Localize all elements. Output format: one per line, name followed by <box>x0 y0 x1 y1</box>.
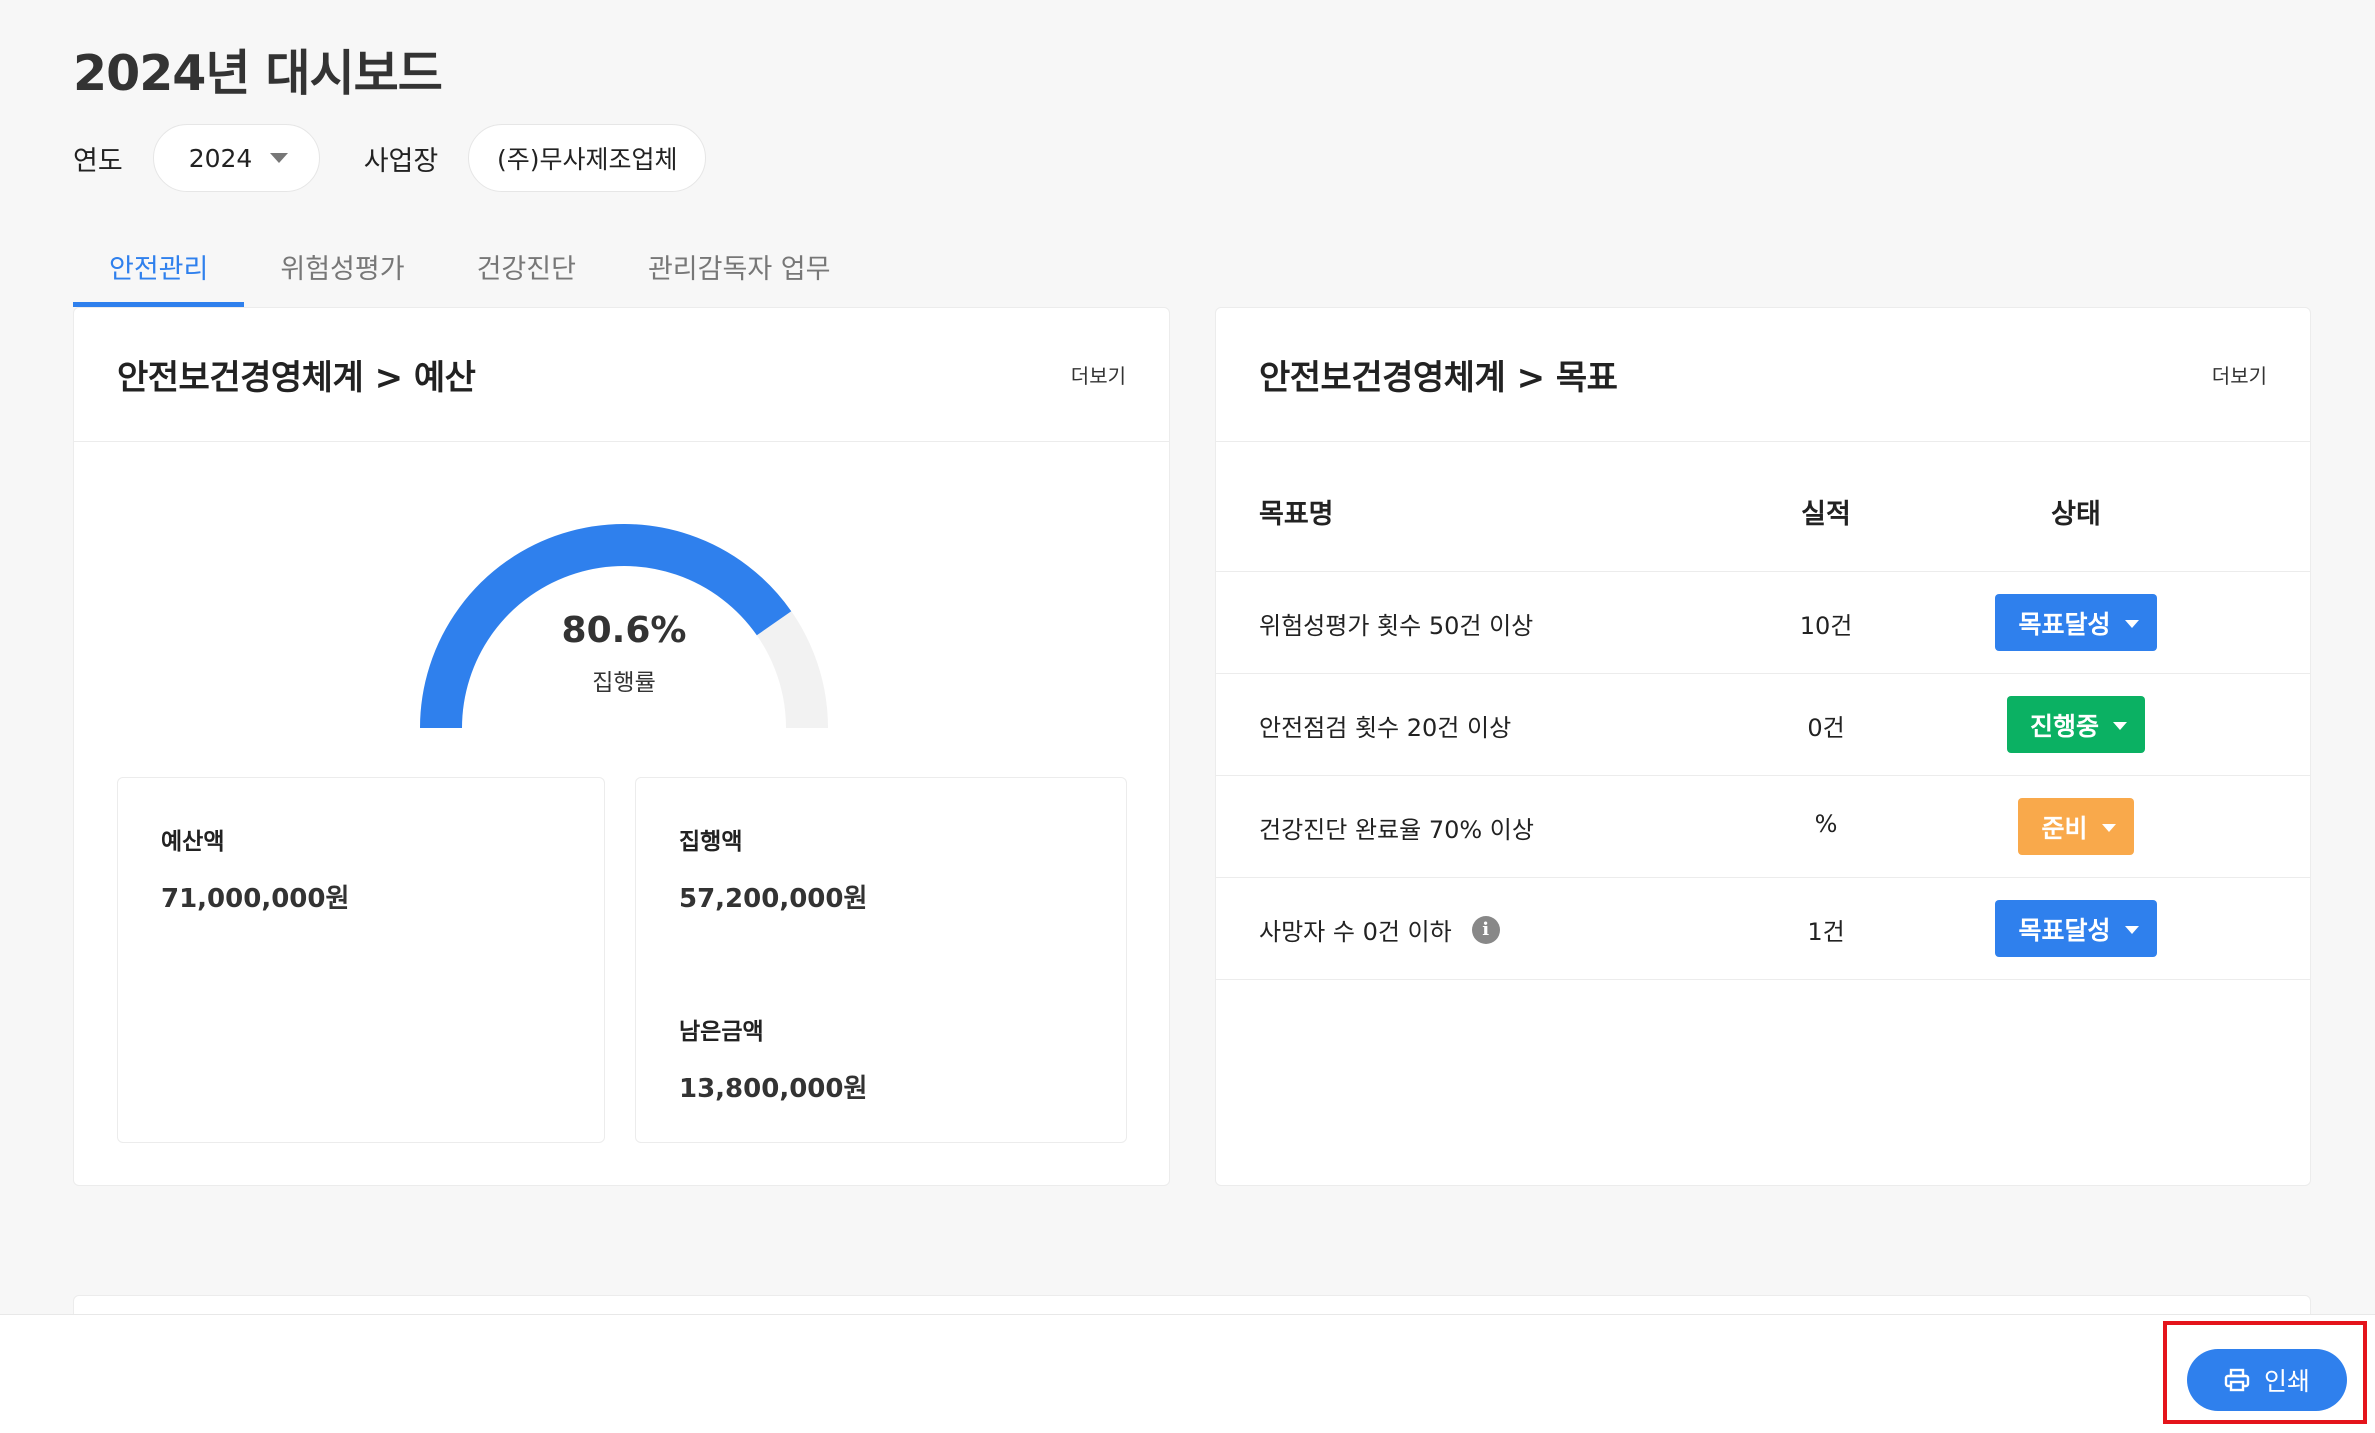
table-row: 위험성평가 횟수 50건 이상 10건 목표달성 <box>1216 572 2310 674</box>
caret-down-icon <box>2113 721 2127 730</box>
column-header-status: 상태 <box>2051 499 2101 530</box>
table-row: 건강진단 완료율 70% 이상 % 준비 <box>1216 776 2310 878</box>
year-select[interactable]: 2024 <box>152 124 320 192</box>
status-dropdown-button[interactable]: 목표달성 <box>1995 900 2157 957</box>
tab-bar: 안전관리 위험성평가 건강진단 관리감독자 업무 <box>73 232 866 307</box>
goal-more-link[interactable]: 더보기 <box>2212 360 2267 389</box>
table-row: 안전점검 횟수 20건 이상 0건 진행중 <box>1216 674 2310 776</box>
status-dropdown-button[interactable]: 진행중 <box>2006 696 2145 753</box>
goal-result: % <box>1814 810 1838 838</box>
chevron-down-icon <box>270 153 289 163</box>
goal-name-cell: 위험성평가 횟수 50건 이상 <box>1259 606 1533 641</box>
info-icon[interactable]: i <box>1471 915 1500 944</box>
status-label: 준비 <box>2041 813 2088 843</box>
site-select[interactable]: (주)무사제조업체 <box>468 124 707 192</box>
goal-name: 사망자 수 0건 이하 <box>1259 918 1452 946</box>
status-label: 목표달성 <box>2018 609 2111 639</box>
goal-result: 10건 <box>1799 612 1853 640</box>
spent-amount-box: 집행액 57,200,000원 남은금액 13,800,000원 <box>635 777 1127 1143</box>
budget-more-link[interactable]: 더보기 <box>1071 360 1126 389</box>
goal-name: 안전점검 횟수 20건 이상 <box>1259 714 1512 742</box>
table-row: 사망자 수 0건 이하 i 1건 목표달성 <box>1216 878 2310 980</box>
goal-card: 안전보건경영체계 > 목표 더보기 목표명 실적 상태 위험성평가 횟수 50건… <box>1215 307 2311 1186</box>
goal-name-cell: 건강진단 완료율 70% 이상 <box>1259 810 1534 845</box>
goal-status-cell: 목표달성 <box>1926 594 2226 651</box>
status-dropdown-button[interactable]: 목표달성 <box>1995 594 2157 651</box>
budget-amount-label: 예산액 <box>161 829 225 855</box>
site-select-value: (주)무사제조업체 <box>496 145 678 174</box>
goal-status-cell: 진행중 <box>1926 696 2226 753</box>
gauge-value: 80.6% <box>561 610 687 651</box>
status-label: 목표달성 <box>2018 915 2111 945</box>
year-label: 연도 <box>73 145 123 177</box>
status-label: 진행중 <box>2029 711 2099 741</box>
page-title: 2024년 대시보드 <box>73 45 443 102</box>
goal-status-cell: 목표달성 <box>1926 900 2226 957</box>
tab-health-checkup[interactable]: 건강진단 <box>441 232 612 307</box>
goal-result: 0건 <box>1807 714 1845 742</box>
goal-name: 건강진단 완료율 70% 이상 <box>1259 816 1534 844</box>
highlight-box <box>2163 1321 2367 1424</box>
goal-name: 위험성평가 횟수 50건 이상 <box>1259 612 1534 640</box>
status-dropdown-button[interactable]: 준비 <box>2018 798 2134 855</box>
remaining-amount-label: 남은금액 <box>679 1019 764 1045</box>
budget-card-title: 안전보건경영체계 > 예산 <box>117 358 476 398</box>
tab-supervisor-tasks[interactable]: 관리감독자 업무 <box>612 232 866 307</box>
spent-amount-label: 집행액 <box>679 829 743 855</box>
caret-down-icon <box>2124 925 2139 934</box>
remaining-amount-value: 13,800,000원 <box>679 1074 868 1104</box>
budget-card-header: 안전보건경영체계 > 예산 더보기 <box>74 308 1169 442</box>
column-header-result: 실적 <box>1801 499 1851 530</box>
filter-bar: 연도 2024 사업장 (주)무사제조업체 <box>73 124 707 192</box>
caret-down-icon <box>2124 619 2139 628</box>
goal-card-header: 안전보건경영체계 > 목표 더보기 <box>1216 308 2310 442</box>
year-select-value: 2024 <box>188 143 253 173</box>
budget-card: 안전보건경영체계 > 예산 더보기 80.6% 집행률 예산액 71,000,0… <box>73 307 1170 1186</box>
budget-amount-box: 예산액 71,000,000원 <box>117 777 605 1143</box>
goal-result: 1건 <box>1807 918 1845 946</box>
site-label: 사업장 <box>363 145 439 177</box>
goal-name-cell: 안전점검 횟수 20건 이상 <box>1259 708 1511 743</box>
goal-card-title: 안전보건경영체계 > 목표 <box>1259 358 1618 398</box>
caret-down-icon <box>2101 823 2116 832</box>
column-header-name: 목표명 <box>1259 499 1334 530</box>
footer-bar <box>0 1314 2375 1433</box>
tab-safety-management[interactable]: 안전관리 <box>73 232 245 307</box>
tab-risk-assessment[interactable]: 위험성평가 <box>244 232 440 307</box>
spent-amount-value: 57,200,000원 <box>679 884 868 914</box>
budget-amount-value: 71,000,000원 <box>161 884 350 914</box>
goal-name-cell: 사망자 수 0건 이하 i <box>1259 912 1500 947</box>
goal-table-header: 목표명 실적 상태 <box>1216 442 2310 572</box>
gauge-label: 집행률 <box>592 670 656 696</box>
execution-gauge: 80.6% 집행률 <box>414 508 834 738</box>
goal-status-cell: 준비 <box>1926 798 2226 855</box>
